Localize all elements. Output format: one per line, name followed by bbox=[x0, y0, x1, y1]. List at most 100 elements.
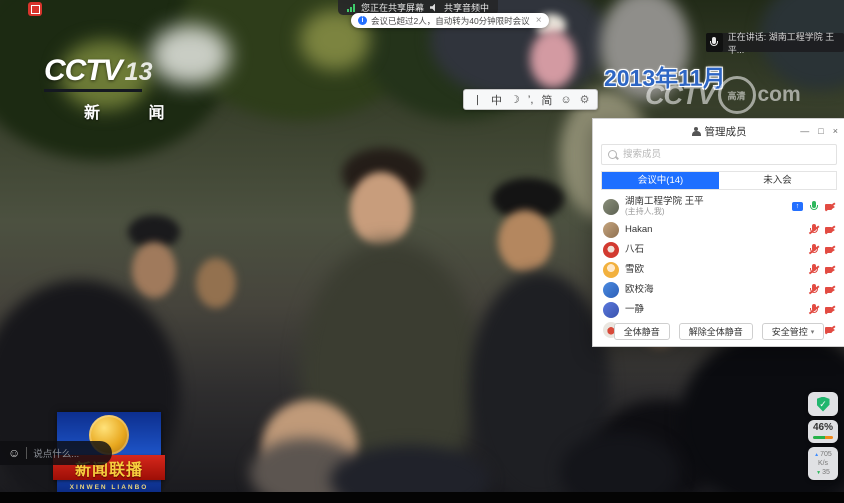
avatar bbox=[603, 242, 619, 258]
scene-blob bbox=[350, 172, 412, 246]
capture-glyph bbox=[31, 5, 40, 14]
member-search-box[interactable] bbox=[601, 144, 837, 165]
camera-off-icon[interactable] bbox=[825, 224, 835, 236]
member-role: (主持人,我) bbox=[625, 207, 704, 217]
tab-not-joined[interactable]: 未入会 bbox=[719, 172, 836, 189]
usage-widget[interactable]: 46% bbox=[808, 420, 838, 443]
upload-speed: 705 bbox=[814, 450, 832, 459]
download-speed: 35 bbox=[816, 468, 830, 477]
ime-emoji-icon[interactable]: ☺ bbox=[560, 94, 571, 106]
mute-all-button[interactable]: 全体静音 bbox=[614, 323, 670, 340]
ime-caret-icon[interactable]: 丨 bbox=[472, 92, 483, 108]
panel-tabs: 会议中(14) 未入会 bbox=[601, 171, 837, 190]
member-row[interactable]: 欧校海 bbox=[593, 280, 844, 300]
member-row[interactable]: 八石 bbox=[593, 240, 844, 260]
minimize-icon[interactable]: — bbox=[800, 126, 809, 136]
scene-blob bbox=[530, 30, 576, 88]
mic-off-icon[interactable] bbox=[809, 224, 819, 236]
avatar bbox=[603, 282, 619, 298]
member-row[interactable]: 湖南工程学院 王平 (主持人,我) ↑ bbox=[593, 193, 844, 220]
desktop-widgets: ✓ 46% 705 K/s 35 bbox=[806, 392, 840, 480]
watermark-brand: CCTV bbox=[645, 80, 715, 111]
avatar bbox=[603, 199, 619, 215]
toast-text: 会议已超过2人，自动转为40分钟限时会议 bbox=[371, 15, 530, 27]
ime-punctuation-icon[interactable]: ’, bbox=[528, 94, 534, 106]
member-name: 八石 bbox=[625, 244, 644, 255]
active-speaker-label: 正在讲话: 湖南工程学院 王平... bbox=[728, 30, 836, 56]
chevron-down-icon: ▾ bbox=[811, 328, 815, 336]
member-search-input[interactable] bbox=[621, 148, 830, 161]
capture-app-icon[interactable] bbox=[28, 2, 42, 16]
camera-off-icon[interactable] bbox=[825, 201, 835, 213]
camera-off-icon[interactable] bbox=[825, 284, 835, 296]
members-icon bbox=[692, 127, 701, 136]
network-speed-widget[interactable]: 705 K/s 35 bbox=[808, 447, 838, 480]
bottom-black-bar bbox=[0, 492, 844, 503]
member-row[interactable]: Hakan bbox=[593, 220, 844, 240]
scene-blob bbox=[196, 258, 236, 308]
scene-blob bbox=[498, 210, 552, 272]
speed-unit: K/s bbox=[818, 459, 828, 468]
toast-close-icon[interactable]: × bbox=[536, 15, 542, 26]
security-widget[interactable]: ✓ bbox=[808, 392, 838, 416]
member-row[interactable]: 一静 bbox=[593, 300, 844, 320]
mic-off-icon[interactable] bbox=[809, 304, 819, 316]
program-subtitle: XINWEN LIANBO bbox=[57, 484, 161, 491]
usage-bar bbox=[813, 436, 833, 439]
danmaku-input-bar[interactable]: ☺ 说点什么... bbox=[0, 441, 112, 465]
camera-off-icon[interactable] bbox=[825, 304, 835, 316]
ime-settings-icon[interactable]: ⚙ bbox=[580, 93, 590, 106]
panel-title: 管理成员 bbox=[705, 124, 747, 139]
ime-halfwidth-icon[interactable]: ☽ bbox=[510, 93, 520, 106]
ime-simplified-icon[interactable]: 简 bbox=[541, 92, 552, 108]
member-name: Hakan bbox=[625, 224, 652, 235]
panel-titlebar: 管理成员 — □ × bbox=[593, 119, 844, 143]
mic-on-icon[interactable] bbox=[809, 201, 819, 213]
unmute-all-button[interactable]: 解除全体静音 bbox=[679, 323, 753, 340]
mic-badge bbox=[706, 33, 723, 52]
security-control-label: 安全管控 bbox=[772, 325, 808, 338]
channel-logo-rule bbox=[44, 89, 142, 92]
watermark-suffix: com bbox=[758, 83, 801, 107]
signal-bars-icon bbox=[347, 4, 355, 12]
mic-off-icon[interactable] bbox=[809, 264, 819, 276]
station-watermark: CCTV 高清 com bbox=[645, 76, 801, 114]
camera-off-icon[interactable] bbox=[825, 264, 835, 276]
watermark-hd-badge: 高清 bbox=[718, 76, 756, 114]
member-list: 湖南工程学院 王平 (主持人,我) ↑ Hakan 八石 bbox=[593, 193, 844, 340]
info-icon: i bbox=[358, 16, 367, 25]
channel-logo: CCTV13 新 闻 bbox=[44, 54, 186, 123]
avatar bbox=[603, 222, 619, 238]
manage-members-panel: 管理成员 — □ × 会议中(14) 未入会 湖南工程学院 王平 (主持人,我)… bbox=[592, 118, 844, 347]
security-control-button[interactable]: 安全管控 ▾ bbox=[762, 323, 825, 340]
member-name: 湖南工程学院 王平 bbox=[625, 196, 704, 207]
tab-in-meeting[interactable]: 会议中(14) bbox=[602, 172, 719, 189]
member-name: 一静 bbox=[625, 304, 644, 315]
mic-off-icon[interactable] bbox=[809, 244, 819, 256]
mic-off-icon[interactable] bbox=[809, 284, 819, 296]
shield-check-icon: ✓ bbox=[817, 397, 830, 412]
close-icon[interactable]: × bbox=[833, 126, 838, 136]
camera-off-icon[interactable] bbox=[825, 244, 835, 256]
ime-toolbar[interactable]: 丨 中 ☽ ’, 简 ☺ ⚙ bbox=[463, 89, 598, 110]
channel-number: 13 bbox=[125, 58, 153, 86]
avatar bbox=[603, 262, 619, 278]
mic-icon bbox=[709, 37, 719, 49]
member-name: 欧校海 bbox=[625, 284, 654, 295]
meeting-limit-toast: i 会议已超过2人，自动转为40分钟限时会议 × bbox=[351, 13, 549, 28]
speaker-icon bbox=[430, 4, 438, 12]
ime-language-icon[interactable]: 中 bbox=[491, 92, 502, 108]
scene-blob bbox=[132, 242, 176, 298]
active-speaker-overlay: 正在讲话: 湖南工程学院 王平... bbox=[706, 33, 844, 52]
channel-caption: 新 闻 bbox=[84, 99, 186, 123]
emoji-icon[interactable]: ☺ bbox=[8, 447, 20, 459]
maximize-icon[interactable]: □ bbox=[818, 126, 823, 136]
avatar bbox=[603, 302, 619, 318]
panel-footer: 全体静音 解除全体静音 安全管控 ▾ bbox=[593, 323, 844, 340]
search-icon bbox=[608, 150, 617, 159]
divider bbox=[26, 447, 27, 459]
member-row[interactable]: 雪欧 bbox=[593, 260, 844, 280]
danmaku-placeholder: 说点什么... bbox=[33, 446, 79, 460]
usage-percent: 46% bbox=[813, 423, 833, 433]
screen-share-icon[interactable]: ↑ bbox=[792, 202, 803, 211]
